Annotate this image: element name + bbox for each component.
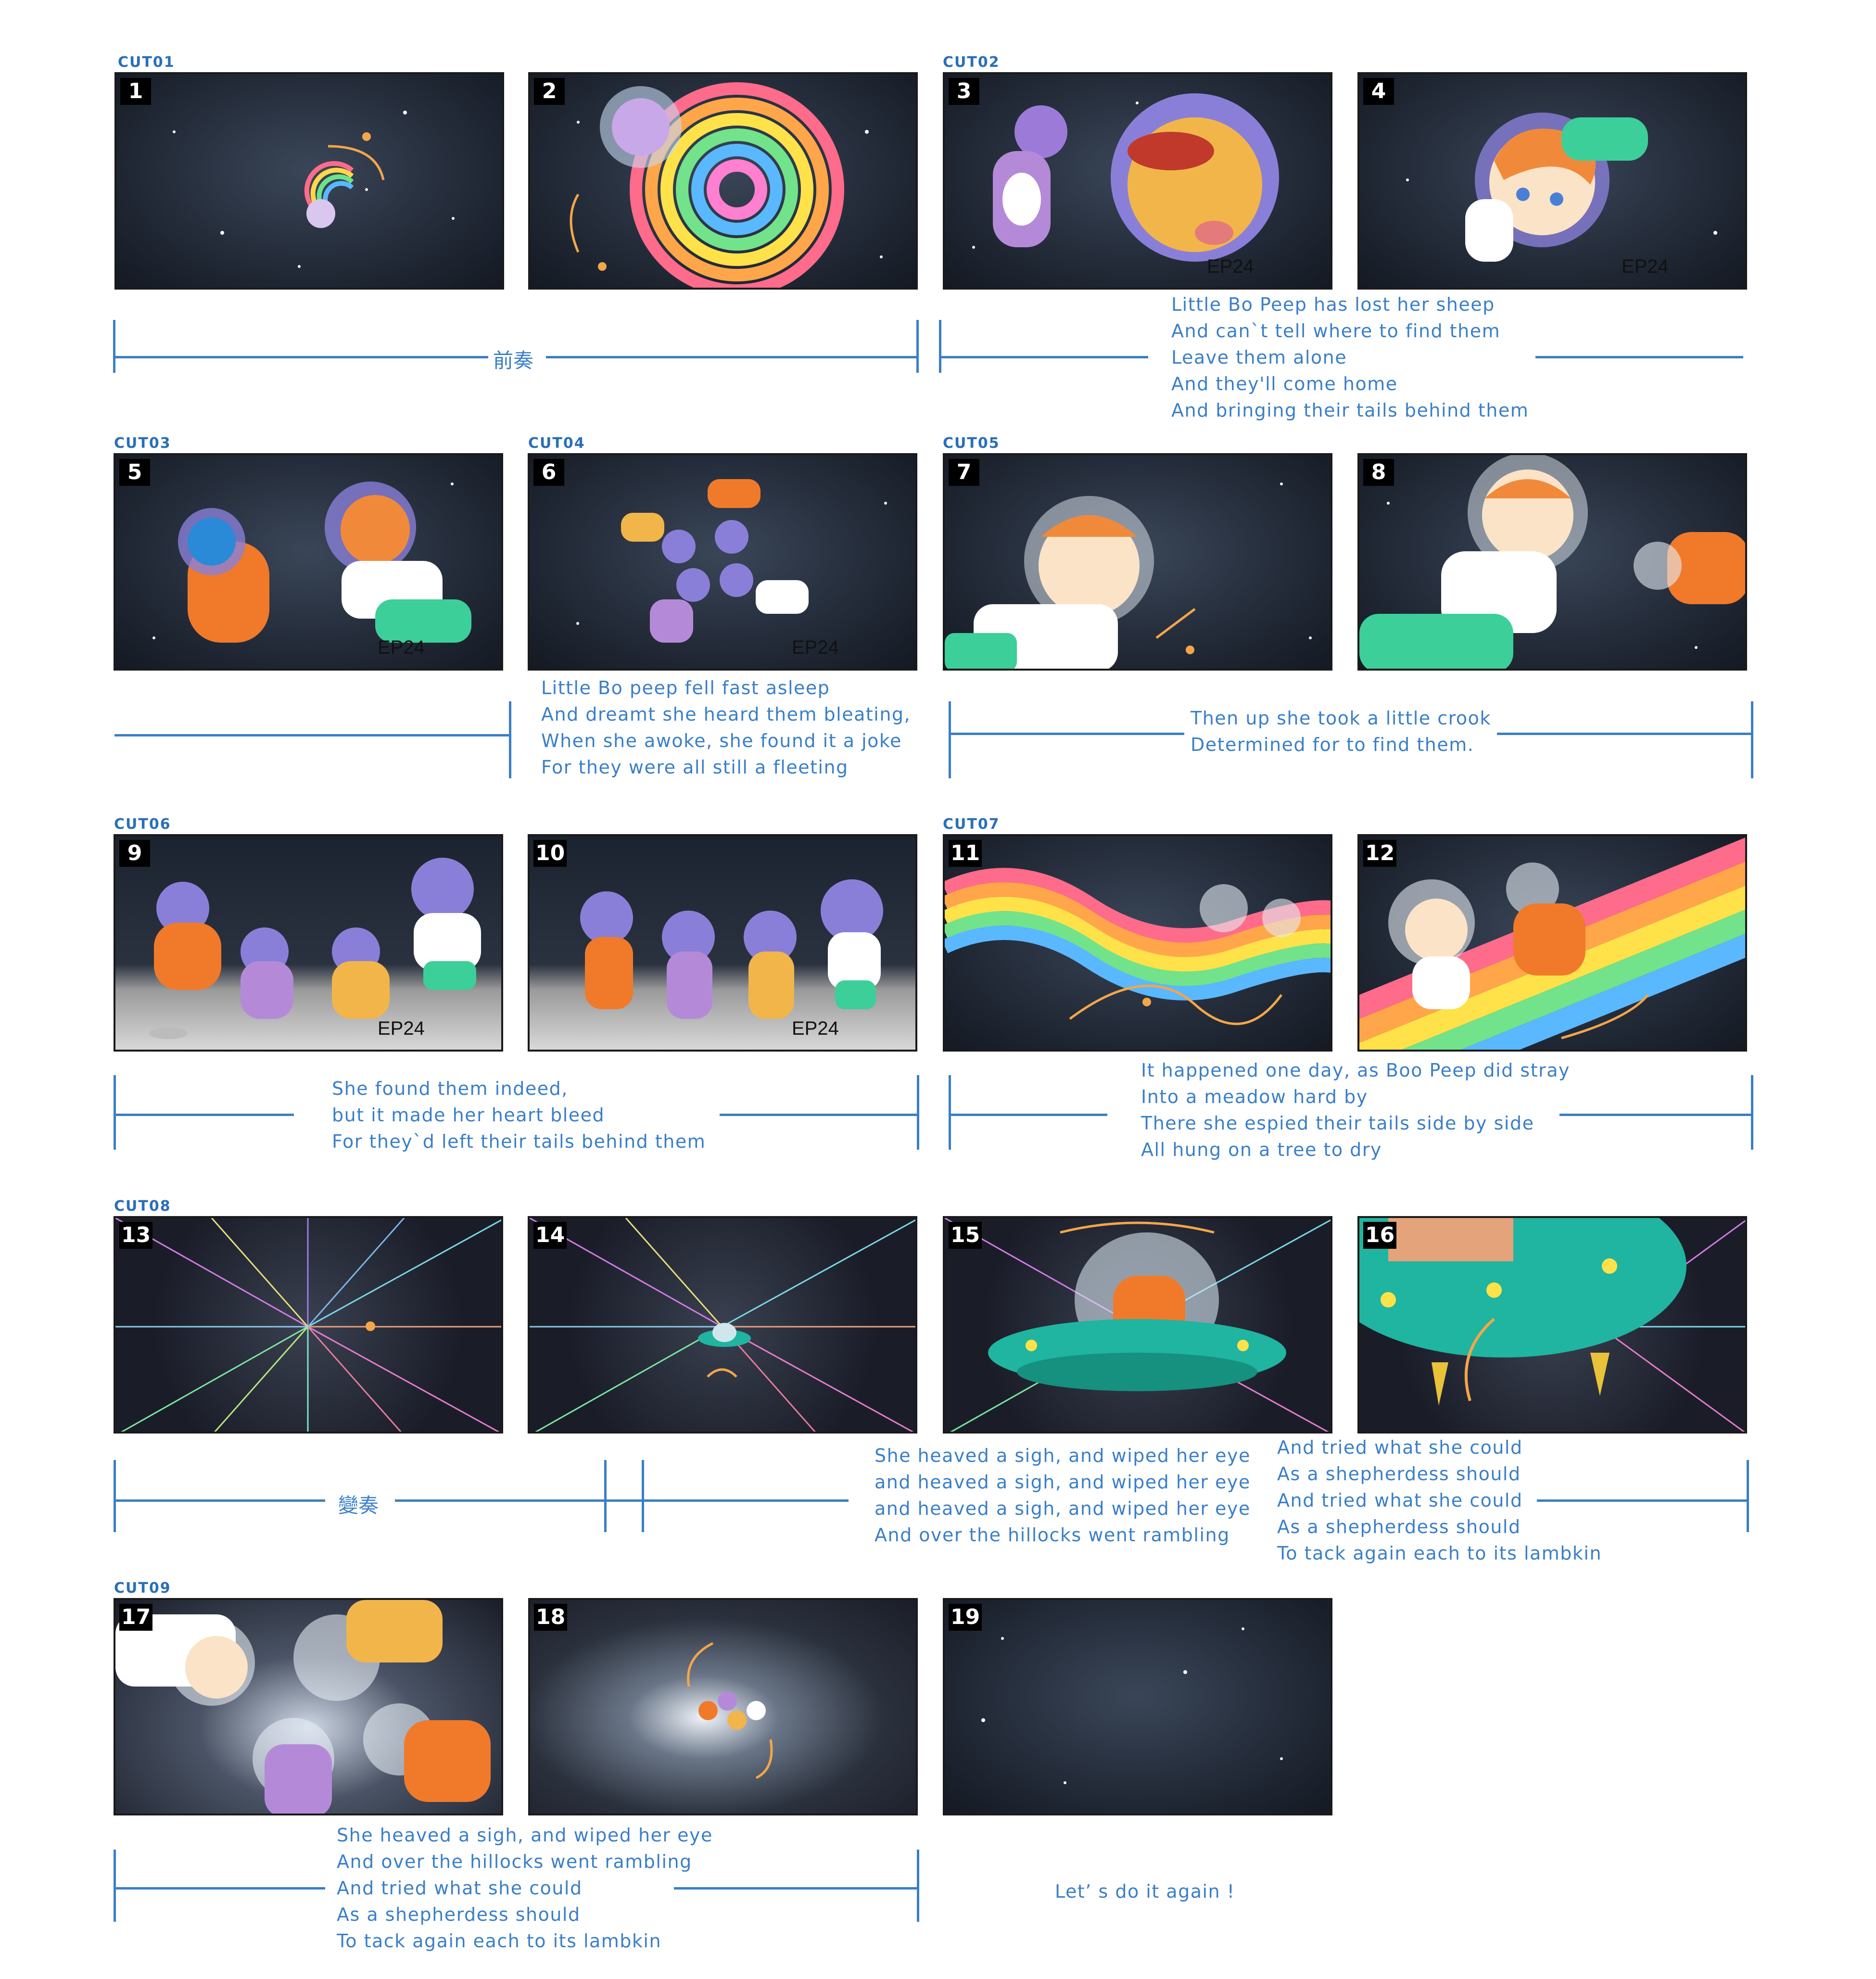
ufo-closeup-illustration xyxy=(1359,1218,1745,1432)
storyboard-panel: 15 xyxy=(943,1216,1332,1434)
lyrics-cut07: It happened one day, as Boo Peep did str… xyxy=(1141,1060,1570,1160)
wavy-rainbow-illustration xyxy=(945,868,1331,1025)
lyrics-cut08-a: She heaved a sigh, and wiped her eye and… xyxy=(875,1445,1251,1546)
episode-tag: EP24 xyxy=(378,1018,425,1039)
diagonal-rainbow-illustration xyxy=(1359,837,1745,1050)
cut-label-02: CUT02 xyxy=(943,54,1000,71)
panel-number: 2 xyxy=(534,78,565,105)
panel-number: 10 xyxy=(533,840,567,867)
episode-tag: EP24 xyxy=(1622,256,1669,277)
cut-label-03: CUT03 xyxy=(114,435,171,452)
episode-tag: EP24 xyxy=(1207,256,1254,277)
ufo-warp-illustration xyxy=(530,1218,915,1432)
panel-number: 17 xyxy=(119,1604,153,1631)
storyboard-panel: 4 EP24 xyxy=(1357,72,1747,290)
monkey-and-bo-peep-illustration xyxy=(152,482,471,643)
bo-peep-and-monkey-illustration xyxy=(1359,455,1745,669)
storyboard-panel: 10 EP24 xyxy=(528,834,917,1052)
lyrics-cut06: She found them indeed, but it made her h… xyxy=(332,1078,706,1152)
storyboard-panel: 3 EP24 xyxy=(943,72,1332,290)
panel-number: 13 xyxy=(119,1222,153,1249)
cut-label-06: CUT06 xyxy=(114,816,171,833)
ufo-with-monkey-illustration xyxy=(945,1218,1331,1432)
storyboard-panel: 16 xyxy=(1357,1216,1747,1434)
bo-peep-floating-illustration xyxy=(1406,113,1717,262)
four-characters-on-moon-illustration xyxy=(149,858,481,1039)
cut-label-05: CUT05 xyxy=(943,435,1000,452)
storyboard-panel: 19 xyxy=(943,1598,1332,1815)
storyboard-panel: 12 xyxy=(1357,834,1747,1052)
cat-and-dog-astronauts-illustration xyxy=(972,93,1279,262)
empty-space-illustration xyxy=(981,1627,1283,1784)
four-characters-standing-illustration xyxy=(580,879,883,1019)
storyboard-panel: 7 xyxy=(943,453,1332,671)
characters-vanish-in-light-illustration xyxy=(687,1642,773,1779)
lyrics-cut09: She heaved a sigh, and wiped her eye And… xyxy=(337,1825,713,1952)
cut-label-04: CUT04 xyxy=(528,435,585,452)
episode-tag: EP24 xyxy=(792,637,839,658)
panel-number: 6 xyxy=(533,459,564,486)
panel-number: 5 xyxy=(119,459,150,486)
lyrics-cut08-b: And tried what she could As a shepherdes… xyxy=(1277,1437,1602,1564)
storyboard-panel: 6 EP24 xyxy=(528,453,917,671)
ending-text: Let’ s do it again ! xyxy=(1055,1881,1235,1902)
bo-peep-closeup-illustration xyxy=(945,482,1312,669)
warp-speed-lines-illustration xyxy=(115,1218,501,1432)
panel-number: 12 xyxy=(1363,840,1397,867)
panel-number: 1 xyxy=(120,78,151,105)
episode-tag: EP24 xyxy=(378,637,425,658)
four-astronauts-circle-illustration xyxy=(576,479,887,643)
panel-number: 19 xyxy=(949,1604,982,1631)
rainbow-spiral-illustration xyxy=(570,82,883,288)
lyrics-cut05: Then up she took a little crook Determin… xyxy=(1191,708,1491,755)
intro-label: 前奏 xyxy=(493,349,534,372)
panel-number: 7 xyxy=(949,459,979,486)
storyboard-panel: 1 xyxy=(114,72,504,290)
panel-number: 4 xyxy=(1363,78,1394,105)
storyboard-panel: 18 xyxy=(528,1598,918,1815)
storyboard-panel: 17 xyxy=(114,1598,503,1815)
storyboard-panel: 14 xyxy=(528,1216,917,1434)
panel-number: 9 xyxy=(119,840,150,867)
interlude-label: 變奏 xyxy=(338,1494,379,1517)
cut-label-09: CUT09 xyxy=(114,1580,171,1597)
panel-number: 14 xyxy=(533,1222,567,1249)
storyboard-panel: 2 xyxy=(528,72,918,290)
storyboard-panel: 5 EP24 xyxy=(114,453,503,671)
panel-number: 18 xyxy=(534,1604,568,1631)
storyboard-panel: 11 xyxy=(943,834,1332,1052)
storyboard-panel: 13 xyxy=(114,1216,503,1434)
group-spin-illustration xyxy=(115,1600,491,1814)
storyboard-panel: 9 EP24 xyxy=(114,834,503,1052)
cut-label-07: CUT07 xyxy=(943,816,1000,833)
cut-label-01: CUT01 xyxy=(118,54,175,71)
panel-number: 8 xyxy=(1363,459,1394,486)
lyrics-cut04: Little Bo peep fell fast asleep And drea… xyxy=(541,677,911,778)
space-rainbow-illustration xyxy=(173,111,455,268)
panel-number: 11 xyxy=(949,840,982,867)
cut-label-08: CUT08 xyxy=(114,1198,171,1215)
episode-tag: EP24 xyxy=(792,1018,839,1039)
panel-number: 3 xyxy=(949,78,979,105)
storyboard-panel: 8 xyxy=(1357,453,1747,671)
panel-number: 16 xyxy=(1363,1222,1397,1249)
lyrics-cut02: Little Bo Peep has lost her sheep And ca… xyxy=(1171,294,1529,421)
panel-number: 15 xyxy=(949,1222,982,1249)
